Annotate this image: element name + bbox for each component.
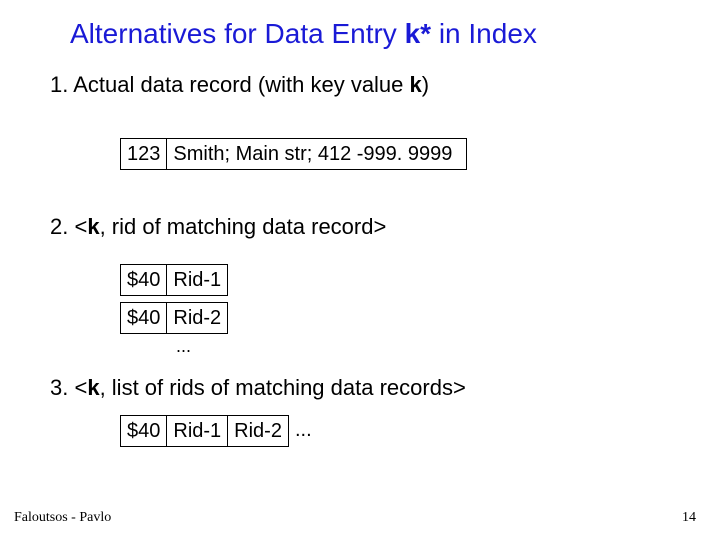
item2-post: , rid of matching data record> — [100, 214, 387, 239]
cell-rid: Rid-1 — [167, 415, 228, 447]
item3-post: , list of rids of matching data records> — [100, 375, 466, 400]
list-item-3: 3. <k, list of rids of matching data rec… — [40, 375, 680, 401]
footer-authors: Faloutsos - Pavlo — [14, 510, 111, 526]
list-item-2: 2. <k, rid of matching data record> — [40, 214, 680, 240]
cell-key: $40 — [120, 264, 167, 296]
item1-post: ) — [422, 72, 429, 97]
cell-rid: Rid-2 — [228, 415, 289, 447]
ellipsis: ... — [176, 336, 680, 357]
item1-pre: 1. Actual data record (with key value — [50, 72, 410, 97]
item2-k: k — [87, 214, 99, 239]
cell-key: $40 — [120, 302, 167, 334]
slide-title: Alternatives for Data Entry k* in Index — [70, 18, 680, 50]
list-item-1: 1. Actual data record (with key value k) — [40, 72, 680, 98]
item1-k: k — [410, 72, 422, 97]
rid-row-1: $40 Rid-1 — [120, 264, 680, 296]
slide: Alternatives for Data Entry k* in Index … — [0, 0, 720, 540]
title-pre: Alternatives for Data Entry — [70, 18, 405, 49]
cell-key: $40 — [120, 415, 167, 447]
cell-value: Smith; Main str; 412 -999. 9999 — [167, 138, 467, 170]
rid-row-2: $40 Rid-2 — [120, 302, 680, 334]
item3-k: k — [87, 375, 99, 400]
page-number: 14 — [682, 510, 696, 526]
rid-list-row: $40 Rid-1 Rid-2 ... — [120, 415, 680, 447]
item2-pre: 2. < — [50, 214, 87, 239]
ellipsis: ... — [289, 415, 318, 447]
title-post: in Index — [431, 18, 537, 49]
item3-pre: 3. < — [50, 375, 87, 400]
cell-key: 123 — [120, 138, 167, 170]
record-row-1: 123 Smith; Main str; 412 -999. 9999 — [120, 138, 680, 170]
title-k: k* — [405, 18, 431, 49]
cell-rid: Rid-1 — [167, 264, 228, 296]
cell-rid: Rid-2 — [167, 302, 228, 334]
